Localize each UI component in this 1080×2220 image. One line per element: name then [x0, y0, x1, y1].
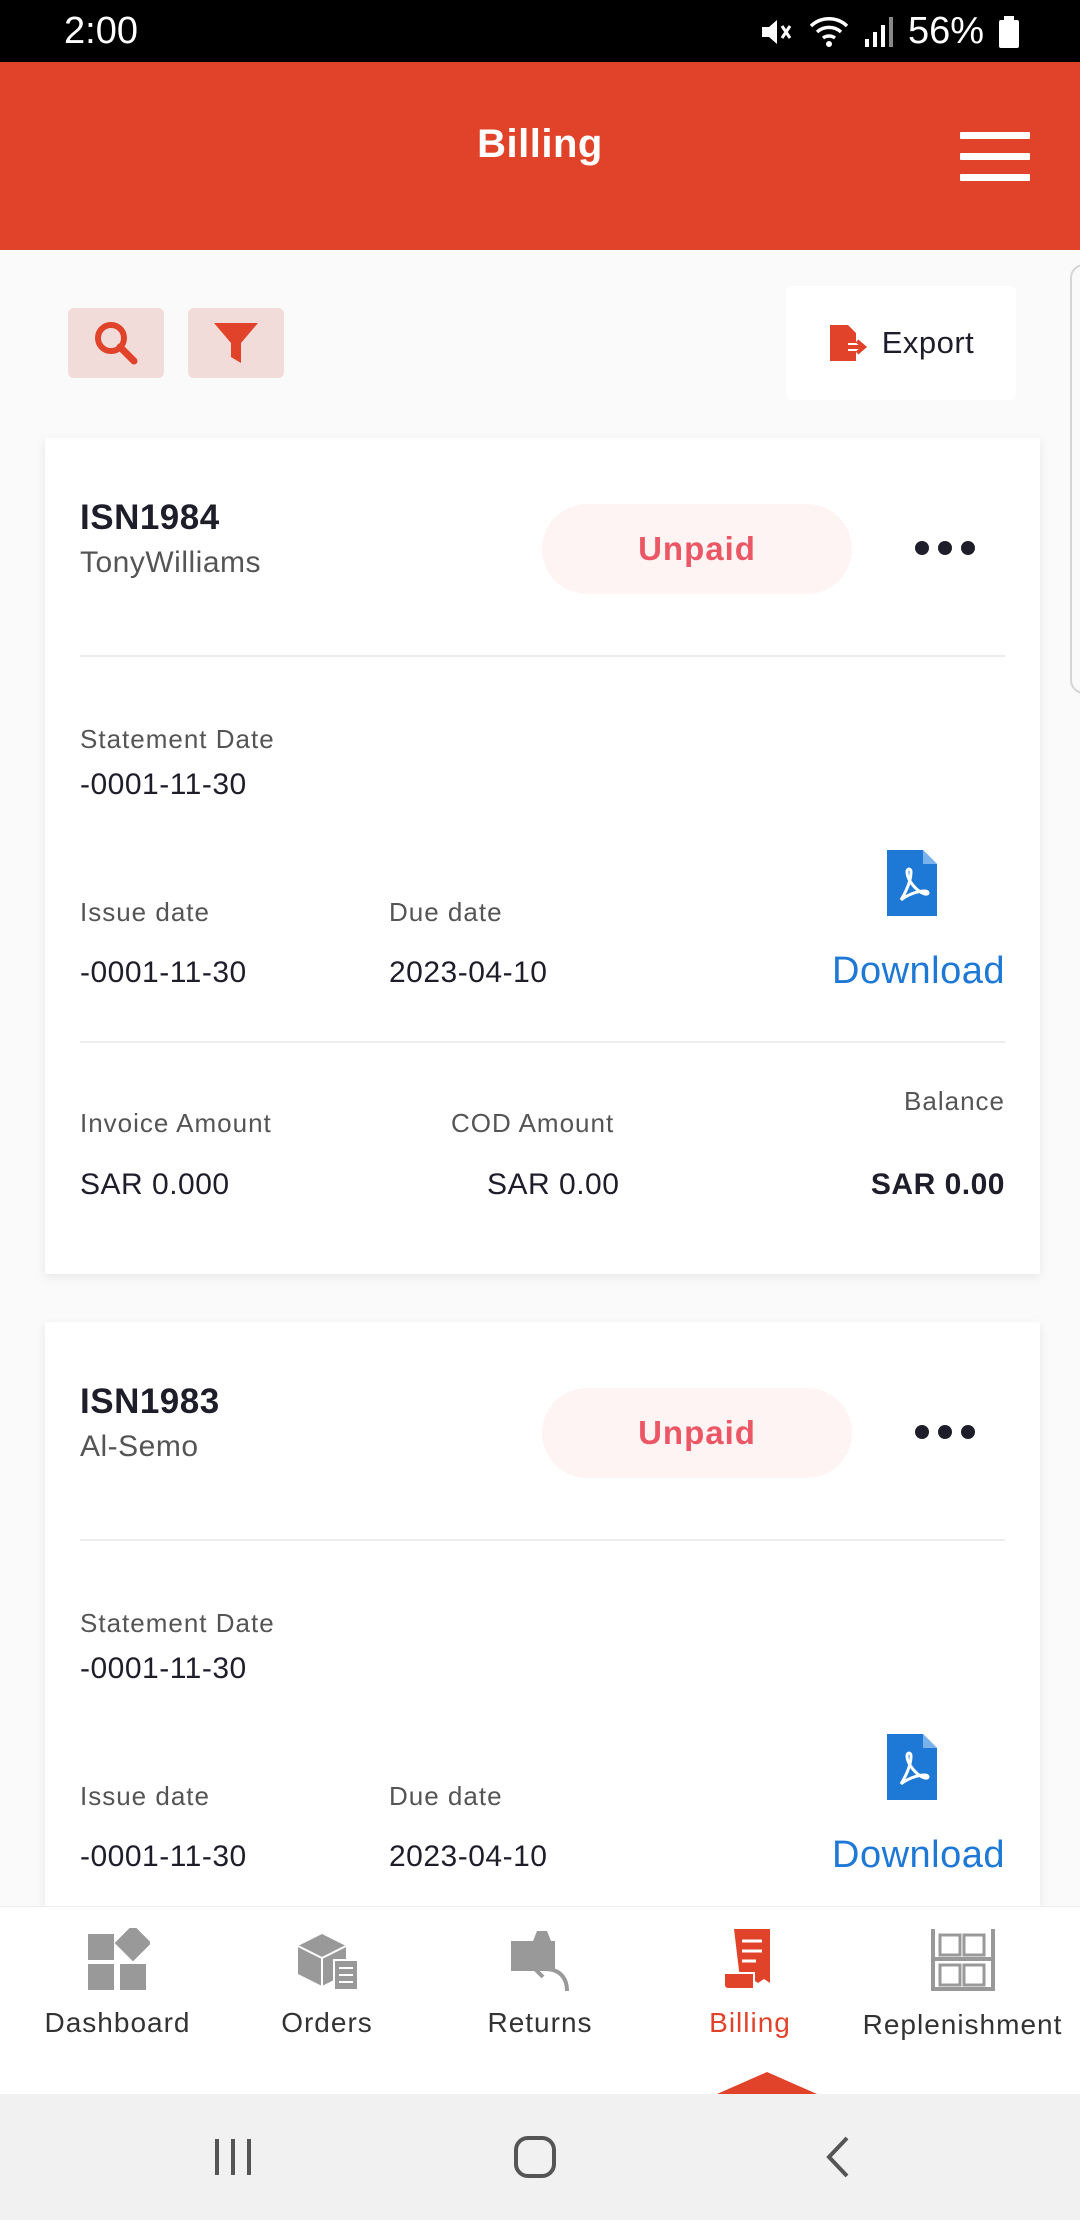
status-badge: Unpaid: [542, 504, 852, 594]
replenishment-icon: [930, 1929, 995, 1991]
more-options-icon[interactable]: [915, 528, 975, 568]
issue-date-label: Issue date: [80, 897, 210, 927]
nav-item-replenishment[interactable]: Replenishment: [855, 1907, 1070, 2095]
download-link[interactable]: Download: [832, 1834, 1005, 1877]
status-badge: Unpaid: [542, 1388, 852, 1478]
nav-label: Dashboard: [44, 2007, 191, 2038]
cod-amount-label: COD Amount: [451, 1108, 615, 1138]
issue-date-value: -0001-11-30: [80, 956, 247, 989]
battery-icon: [999, 15, 1019, 48]
recent-apps-icon: [215, 2139, 251, 2175]
side-panel-handle[interactable]: [1070, 264, 1080, 694]
nav-label: Billing: [709, 2007, 791, 2038]
divider: [80, 655, 1005, 657]
invoice-id: ISN1983: [80, 1382, 220, 1421]
returns-icon: [511, 1931, 569, 1992]
back-icon: [826, 2136, 849, 2178]
download-link[interactable]: Download: [832, 950, 1005, 993]
status-icons: 56%: [758, 10, 1020, 53]
client-name: TonyWilliams: [80, 546, 262, 579]
nav-label: Orders: [281, 2007, 373, 2038]
nav-item-orders[interactable]: Orders: [232, 1907, 422, 2095]
invoice-amount-value: SAR 0.000: [80, 1168, 230, 1201]
due-date-value: 2023-04-10: [389, 1840, 548, 1873]
signal-icon: [864, 16, 893, 47]
dashboard-icon: [87, 1928, 150, 1990]
statement-date-label: Statement Date: [80, 724, 275, 754]
search-icon: [95, 322, 138, 365]
balance-label: Balance: [904, 1086, 1005, 1116]
mute-icon: [761, 19, 792, 44]
statement-date-value: -0001-11-30: [80, 768, 247, 801]
hamburger-menu-button[interactable]: [960, 132, 1030, 182]
more-options-icon[interactable]: [915, 1412, 975, 1452]
active-tab-indicator: [717, 2072, 817, 2094]
invoice-card[interactable]: ISN1984 TonyWilliams Unpaid Statement Da…: [45, 438, 1040, 1274]
home-button[interactable]: [505, 2094, 565, 2220]
pdf-icon[interactable]: [887, 850, 937, 916]
issue-date-value: -0001-11-30: [80, 1840, 247, 1873]
statement-date-label: Statement Date: [80, 1608, 275, 1638]
back-button[interactable]: [818, 2094, 858, 2220]
export-file-icon: [829, 325, 867, 361]
page-title: Billing: [477, 122, 603, 166]
system-nav-bar: [0, 2094, 1080, 2220]
wifi-icon: [809, 16, 849, 47]
nav-label: Returns: [487, 2007, 593, 2038]
nav-item-billing[interactable]: Billing: [660, 1907, 840, 2095]
client-name: Al-Semo: [80, 1430, 199, 1463]
cod-amount-value: SAR 0.00: [487, 1168, 620, 1201]
nav-label: Replenishment: [862, 2009, 1063, 2040]
status-bar: 2:00 56%: [0, 0, 1080, 62]
nav-item-returns[interactable]: Returns: [440, 1907, 640, 2095]
export-label: Export: [881, 325, 975, 360]
due-date-value: 2023-04-10: [389, 956, 548, 989]
issue-date-label: Issue date: [80, 1781, 210, 1811]
balance-value: SAR 0.00: [870, 1168, 1005, 1201]
divider: [80, 1041, 1005, 1043]
invoice-card[interactable]: ISN1983 Al-Semo Unpaid Statement Date -0…: [45, 1322, 1040, 1922]
invoice-id: ISN1984: [80, 498, 220, 537]
export-button[interactable]: Export: [786, 286, 1016, 400]
battery-percent: 56%: [907, 10, 984, 52]
nav-item-dashboard[interactable]: Dashboard: [20, 1907, 215, 2095]
bottom-nav: Dashboard Orders Returns Billing Repleni…: [0, 1906, 1080, 2094]
divider: [80, 1539, 1005, 1541]
search-button[interactable]: [68, 308, 164, 378]
billing-icon: [723, 1929, 770, 1990]
home-icon: [514, 2136, 556, 2178]
pdf-icon[interactable]: [887, 1734, 937, 1800]
filter-button[interactable]: [188, 308, 284, 378]
filter-icon: [214, 323, 258, 363]
status-time: 2:00: [64, 10, 138, 52]
due-date-label: Due date: [389, 1781, 503, 1811]
app-header: Billing: [0, 62, 1080, 250]
due-date-label: Due date: [389, 897, 503, 927]
recent-apps-button[interactable]: [200, 2094, 266, 2220]
statement-date-value: -0001-11-30: [80, 1652, 247, 1685]
orders-icon: [297, 1934, 359, 1991]
invoice-amount-label: Invoice Amount: [80, 1108, 272, 1138]
